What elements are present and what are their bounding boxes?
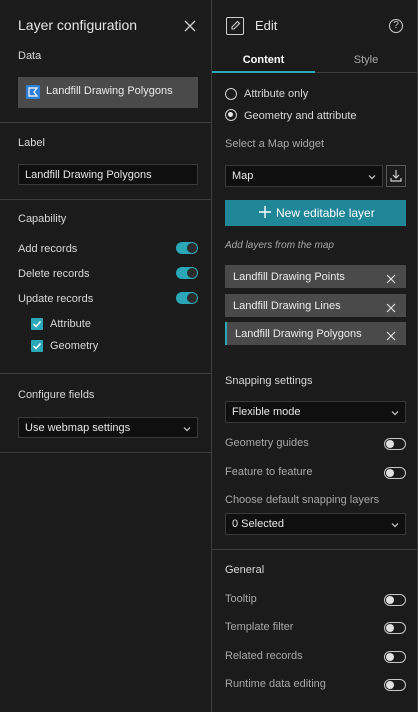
select-map-icon[interactable]	[386, 165, 406, 187]
divider	[0, 122, 211, 123]
add-records-label: Add records	[18, 243, 78, 255]
geometry-checkbox[interactable]	[31, 340, 43, 352]
chevron-down-icon	[391, 403, 399, 421]
tooltip-toggle[interactable]	[384, 594, 406, 606]
data-section-label: Data	[18, 50, 42, 62]
edit-panel-title: Edit	[255, 18, 278, 33]
layer-chip[interactable]: Landfill Drawing Points	[225, 265, 406, 288]
map-widget-value: Map	[232, 170, 254, 182]
configure-fields-value: Use webmap settings	[25, 421, 131, 434]
tooltip-label: Tooltip	[225, 593, 257, 605]
chevron-down-icon	[368, 167, 376, 185]
layer-chip-name: Landfill Drawing Lines	[233, 299, 341, 312]
new-editable-layer-label: New editable layer	[276, 206, 375, 220]
edit-widget-icon	[226, 17, 244, 35]
help-icon[interactable]: ?	[389, 19, 403, 33]
delete-records-toggle[interactable]	[176, 267, 198, 279]
new-editable-layer-button[interactable]: New editable layer	[225, 200, 406, 226]
polygon-layer-icon	[26, 85, 40, 99]
divider	[0, 199, 211, 200]
tab-active-indicator	[212, 71, 315, 73]
tab-content[interactable]: Content	[212, 46, 315, 72]
add-records-toggle[interactable]	[176, 242, 198, 254]
related-records-toggle[interactable]	[384, 651, 406, 663]
layer-chip-selected[interactable]: Landfill Drawing Polygons	[225, 322, 406, 345]
snapping-mode-select[interactable]: Flexible mode	[225, 401, 406, 423]
geometry-attribute-label: Geometry and attribute	[244, 110, 357, 122]
close-icon[interactable]	[386, 328, 396, 346]
configure-fields-select[interactable]: Use webmap settings	[18, 417, 198, 438]
add-layers-hint: Add layers from the map	[225, 240, 334, 251]
divider	[0, 373, 211, 374]
plus-icon	[258, 205, 272, 219]
default-snapping-layers-value: 0 Selected	[232, 518, 284, 530]
chevron-down-icon	[183, 419, 191, 437]
general-title: General	[225, 564, 265, 576]
close-icon[interactable]	[386, 271, 396, 289]
close-icon[interactable]	[386, 300, 396, 318]
update-records-label: Update records	[18, 293, 94, 305]
layer-chip-name: Landfill Drawing Polygons	[235, 327, 362, 340]
attribute-only-radio[interactable]	[225, 88, 237, 100]
layer-chip-name: Landfill Drawing Points	[233, 270, 345, 283]
close-icon[interactable]	[183, 19, 197, 33]
geometry-guides-label: Geometry guides	[225, 437, 309, 449]
feature-to-feature-label: Feature to feature	[225, 466, 313, 478]
update-records-toggle[interactable]	[176, 292, 198, 304]
map-widget-label: Select a Map widget	[225, 138, 325, 150]
configure-fields-label: Configure fields	[18, 389, 95, 401]
feature-to-feature-toggle[interactable]	[384, 467, 406, 479]
divider	[0, 452, 211, 453]
template-filter-toggle[interactable]	[384, 622, 406, 634]
attribute-checkbox[interactable]	[31, 318, 43, 330]
attribute-label: Attribute	[50, 318, 91, 330]
default-snapping-layers-label: Choose default snapping layers	[225, 494, 380, 506]
template-filter-label: Template filter	[225, 621, 294, 633]
panel-title: Layer configuration	[18, 17, 138, 33]
data-layer-name: Landfill Drawing Polygons	[46, 85, 173, 97]
tab-content-label: Content	[242, 54, 285, 66]
tab-underline	[315, 72, 417, 73]
divider	[212, 549, 418, 550]
geometry-guides-toggle[interactable]	[384, 438, 406, 450]
delete-records-label: Delete records	[18, 268, 90, 280]
geometry-attribute-radio[interactable]	[225, 109, 237, 121]
attribute-only-label: Attribute only	[244, 88, 309, 100]
chevron-down-icon	[391, 515, 399, 533]
snapping-title: Snapping settings	[225, 375, 313, 387]
geometry-label: Geometry	[50, 340, 99, 352]
tab-style-label: Style	[353, 54, 379, 66]
label-input-value: Landfill Drawing Polygons	[25, 168, 152, 181]
tab-style[interactable]: Style	[315, 46, 417, 72]
snapping-mode-value: Flexible mode	[232, 406, 301, 418]
panel-divider	[211, 0, 212, 712]
runtime-data-editing-toggle[interactable]	[384, 679, 406, 691]
map-widget-select[interactable]: Map	[225, 165, 383, 187]
data-layer-item[interactable]: Landfill Drawing Polygons	[18, 77, 198, 108]
default-snapping-layers-select[interactable]: 0 Selected	[225, 513, 406, 535]
label-input[interactable]: Landfill Drawing Polygons	[18, 164, 198, 185]
label-section-label: Label	[18, 137, 45, 149]
runtime-data-editing-label: Runtime data editing	[225, 678, 326, 690]
related-records-label: Related records	[225, 650, 303, 662]
layer-chip[interactable]: Landfill Drawing Lines	[225, 294, 406, 317]
capability-section-label: Capability	[18, 213, 67, 225]
